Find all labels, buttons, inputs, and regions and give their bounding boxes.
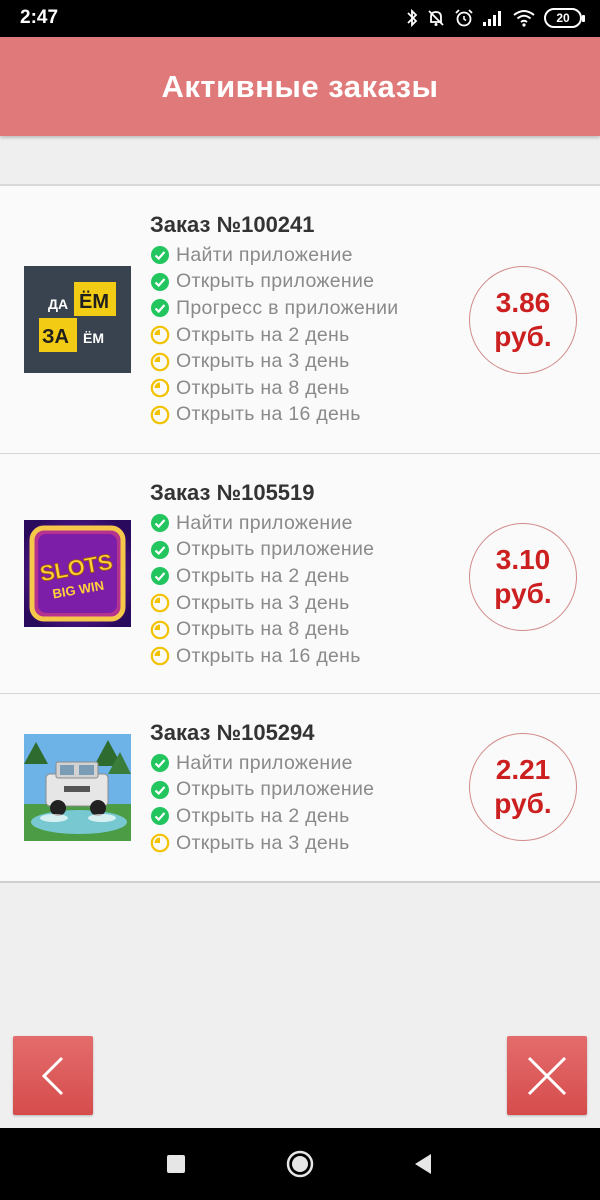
thumb-text: ДА	[48, 296, 68, 312]
task-item: Открыть на 2 день	[150, 803, 374, 830]
alarm-icon	[455, 9, 473, 27]
order-card[interactable]: Заказ №105294 Найти приложение Открыть п…	[0, 694, 600, 881]
clock-pending-icon	[150, 405, 170, 425]
recents-square-icon[interactable]	[166, 1150, 186, 1178]
task-item: Открыть приложение	[150, 537, 374, 564]
task-label: Открыть на 2 день	[176, 323, 350, 346]
back-triangle-icon[interactable]	[413, 1150, 433, 1178]
task-list: Найти приложение Открыть приложение Прог…	[150, 242, 398, 428]
task-label: Открыть на 8 день	[176, 376, 350, 399]
thumb-text: ЁМ	[79, 290, 109, 313]
clock-pending-icon	[150, 646, 170, 666]
check-circle-icon	[151, 514, 169, 533]
order-title: Заказ №105519	[150, 480, 315, 505]
status-bar: 2:47 20	[0, 0, 600, 37]
task-label: Открыть приложение	[176, 538, 375, 561]
task-item: Найти приложение	[150, 242, 398, 269]
signal-icon	[483, 11, 501, 26]
task-item: Прогресс в приложении	[150, 295, 398, 322]
check-circle-icon	[151, 780, 169, 799]
price-unit: руб.	[494, 788, 552, 819]
thumb-text: ЁМ	[83, 330, 104, 346]
clock-pending-icon	[150, 352, 170, 371]
clock-pending-icon	[150, 593, 170, 613]
home-circle-icon[interactable]	[285, 1150, 315, 1180]
task-item: Найти приложение	[150, 750, 374, 777]
order-card[interactable]: SLOTS BIG WIN Заказ №105519 Найти прилож…	[0, 454, 600, 694]
task-label: Открыть на 8 день	[176, 618, 350, 641]
system-nav-bar	[0, 1128, 600, 1200]
task-label: Открыть на 3 день	[176, 591, 350, 614]
task-item: Открыть приложение	[150, 777, 374, 804]
task-label: Открыть на 2 день	[176, 564, 350, 587]
task-item: Открыть приложение	[150, 269, 398, 296]
price-unit: руб.	[494, 321, 552, 352]
clock-pending-icon	[150, 833, 170, 853]
task-item: Открыть на 3 день	[150, 590, 374, 617]
task-label: Открыть на 3 день	[176, 350, 350, 373]
price-badge: 2.21 руб.	[469, 733, 577, 841]
check-circle-icon	[151, 299, 169, 318]
check-circle-icon	[151, 272, 169, 291]
task-item: Открыть на 8 день	[150, 616, 374, 643]
mute-bell-icon	[428, 10, 444, 26]
check-circle-icon	[151, 567, 169, 586]
order-title: Заказ №105294	[150, 720, 315, 745]
price-value: 2.21	[495, 754, 551, 785]
task-item: Открыть на 2 день	[150, 563, 374, 590]
task-item: Открыть на 3 день	[150, 830, 374, 857]
slots-big-win-app-icon: SLOTS BIG WIN	[24, 520, 131, 627]
orders-list: ДА ЁМ ЗА ЁМ Заказ №100241 Найти приложен…	[0, 184, 600, 883]
status-icons: 20	[406, 8, 585, 28]
task-label: Открыть на 3 день	[176, 831, 350, 854]
order-title: Заказ №100241	[150, 212, 315, 237]
check-circle-icon	[151, 246, 169, 265]
task-item: Открыть на 8 день	[150, 375, 398, 402]
close-icon	[527, 1056, 567, 1095]
bluetooth-icon	[407, 8, 418, 28]
page-title: Активные заказы	[161, 68, 439, 104]
price-badge: 3.86 руб.	[469, 266, 577, 374]
task-item: Открыть на 3 день	[150, 348, 398, 375]
task-label: Открыть на 16 день	[176, 403, 361, 426]
task-item: Открыть на 2 день	[150, 322, 398, 349]
clock-pending-icon	[150, 378, 170, 398]
task-label: Найти приложение	[176, 243, 353, 266]
task-label: Открыть на 2 день	[176, 804, 350, 827]
task-label: Прогресс в приложении	[176, 296, 399, 319]
back-button[interactable]	[13, 1036, 93, 1115]
task-label: Открыть приложение	[176, 270, 375, 293]
task-item: Открыть на 16 день	[150, 402, 398, 429]
price-value: 3.10	[495, 544, 551, 575]
task-item: Открыть на 16 день	[150, 643, 374, 670]
status-time: 2:47	[20, 7, 59, 28]
check-circle-icon	[151, 754, 169, 773]
task-label: Открыть на 16 день	[176, 644, 361, 667]
close-button[interactable]	[507, 1036, 587, 1115]
task-label: Найти приложение	[176, 511, 353, 534]
clock-pending-icon	[150, 620, 170, 639]
task-label: Найти приложение	[176, 751, 353, 774]
check-circle-icon	[151, 540, 169, 559]
battery-icon: 20	[544, 8, 585, 28]
task-list: Найти приложение Открыть приложение Откр…	[150, 510, 374, 670]
wifi-icon	[513, 10, 535, 27]
task-item: Найти приложение	[150, 510, 374, 537]
thumb-text: ЗА	[42, 326, 69, 348]
check-circle-icon	[151, 807, 169, 826]
price-unit: руб.	[494, 578, 552, 609]
offroad-car-app-icon	[24, 734, 131, 841]
price-badge: 3.10 руб.	[469, 523, 577, 631]
clock-pending-icon	[150, 325, 170, 345]
app-header: Активные заказы	[0, 37, 600, 136]
order-card[interactable]: ДА ЁМ ЗА ЁМ Заказ №100241 Найти приложен…	[0, 186, 600, 454]
price-value: 3.86	[495, 287, 551, 318]
chevron-left-icon	[41, 1056, 64, 1095]
daem-zaem-app-icon: ДА ЁМ ЗА ЁМ	[24, 266, 131, 373]
task-list: Найти приложение Открыть приложение Откр…	[150, 750, 374, 856]
task-label: Открыть приложение	[176, 778, 375, 801]
